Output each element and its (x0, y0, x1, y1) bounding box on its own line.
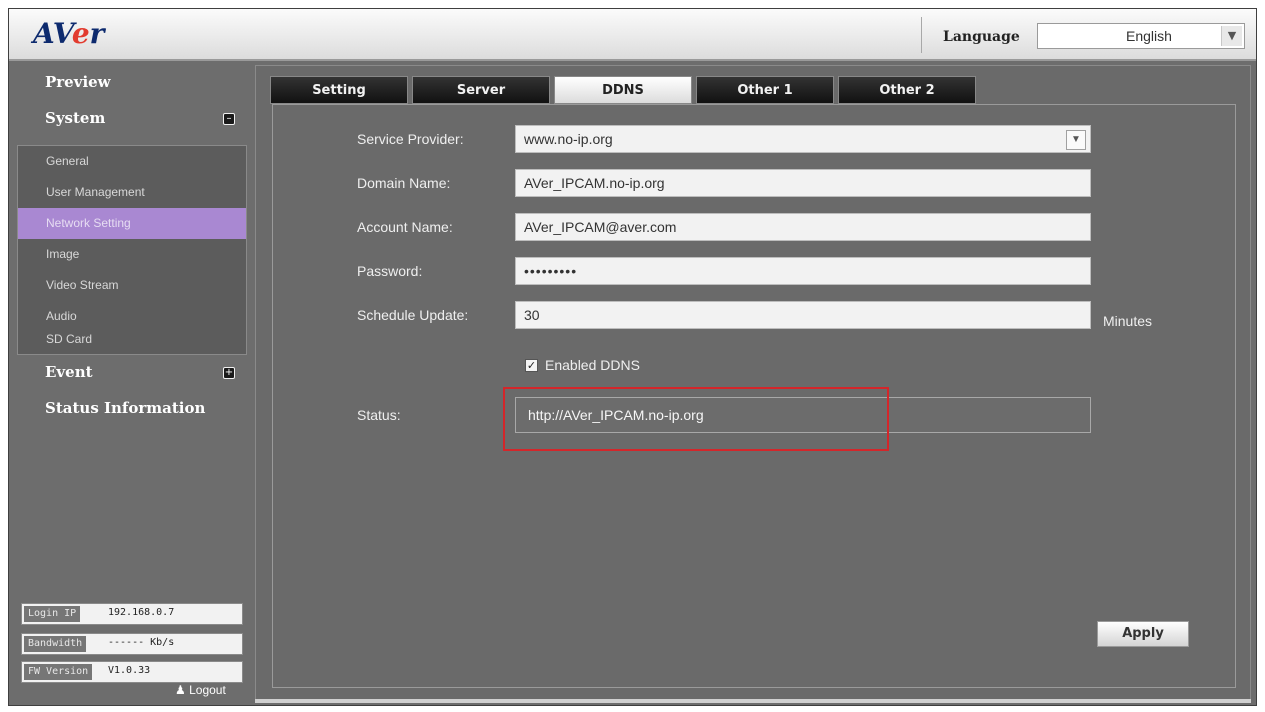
aver-logo: AVer (33, 17, 105, 50)
sidebar-item-video-stream[interactable]: Video Stream (18, 270, 246, 301)
sidebar: Preview System – General User Management… (15, 63, 249, 703)
apply-button[interactable]: Apply (1097, 621, 1189, 647)
tab-other-2[interactable]: Other 2 (838, 76, 976, 104)
status-label: Status: (357, 407, 401, 423)
login-ip-value: 192.168.0.7 (108, 607, 175, 618)
tab-ddns[interactable]: DDNS (554, 76, 692, 104)
sidebar-item-status-information[interactable]: Status Information (45, 399, 205, 417)
language-value: English (1126, 28, 1172, 44)
schedule-update-label: Schedule Update: (357, 307, 469, 323)
bandwidth-box: Bandwidth ------ Kb/s (21, 633, 243, 655)
service-provider-select[interactable]: www.no-ip.org ▼ (515, 125, 1091, 153)
logout-button[interactable]: ♟ Logout (175, 683, 226, 697)
system-submenu: General User Management Network Setting … (17, 145, 247, 355)
language-label: Language (943, 29, 1020, 45)
tab-setting[interactable]: Setting (270, 76, 408, 104)
bottom-bar (255, 699, 1251, 703)
schedule-update-input[interactable]: 30 (515, 301, 1091, 329)
header-bar: AVer Language English ▼ (9, 9, 1256, 61)
language-select[interactable]: English ▼ (1037, 23, 1245, 49)
tab-other-1[interactable]: Other 1 (696, 76, 834, 104)
main-panel: Setting Server DDNS Other 1 Other 2 Serv… (255, 65, 1251, 701)
sidebar-item-event[interactable]: Event (45, 363, 93, 381)
fw-version-value: V1.0.33 (108, 665, 151, 676)
enabled-ddns-checkbox[interactable]: ✓ (525, 359, 538, 372)
account-name-label: Account Name: (357, 219, 453, 235)
sidebar-item-general[interactable]: General (18, 146, 246, 177)
enabled-ddns-label[interactable]: Enabled DDNS (545, 357, 640, 373)
minutes-unit-label: Minutes (1103, 313, 1153, 329)
sidebar-item-network-setting[interactable]: Network Setting (18, 208, 246, 239)
domain-name-label: Domain Name: (357, 175, 451, 191)
login-ip-box: Login IP 192.168.0.7 (21, 603, 243, 625)
expand-icon[interactable]: + (223, 367, 235, 379)
fw-version-label: FW Version (24, 664, 93, 680)
ddns-form: Service Provider: www.no-ip.org ▼ Domain… (272, 104, 1236, 688)
sidebar-item-image[interactable]: Image (18, 239, 246, 270)
login-ip-label: Login IP (24, 606, 81, 622)
service-provider-label: Service Provider: (357, 131, 464, 147)
bandwidth-label: Bandwidth (24, 636, 87, 652)
chevron-down-icon[interactable]: ▼ (1066, 130, 1086, 150)
status-highlight-box (503, 387, 889, 451)
sidebar-item-preview[interactable]: Preview (45, 73, 111, 91)
bandwidth-value: ------ Kb/s (108, 637, 175, 648)
chevron-down-icon[interactable]: ▼ (1221, 26, 1242, 46)
sidebar-item-system[interactable]: System (45, 109, 105, 127)
password-input[interactable]: ••••••••• (515, 257, 1091, 285)
sidebar-item-user-management[interactable]: User Management (18, 177, 246, 208)
fw-version-box: FW Version V1.0.33 (21, 661, 243, 683)
collapse-icon[interactable]: – (223, 113, 235, 125)
tab-server[interactable]: Server (412, 76, 550, 104)
header-divider (921, 17, 922, 53)
sidebar-item-sd-card[interactable]: SD Card (18, 324, 246, 355)
service-provider-value: www.no-ip.org (524, 131, 613, 147)
password-label: Password: (357, 263, 423, 279)
app-window: AVer Language English ▼ Preview System –… (8, 8, 1257, 706)
user-icon: ♟ (175, 683, 186, 697)
logout-label: Logout (189, 683, 226, 697)
domain-name-input[interactable]: AVer_IPCAM.no-ip.org (515, 169, 1091, 197)
account-name-input[interactable]: AVer_IPCAM@aver.com (515, 213, 1091, 241)
